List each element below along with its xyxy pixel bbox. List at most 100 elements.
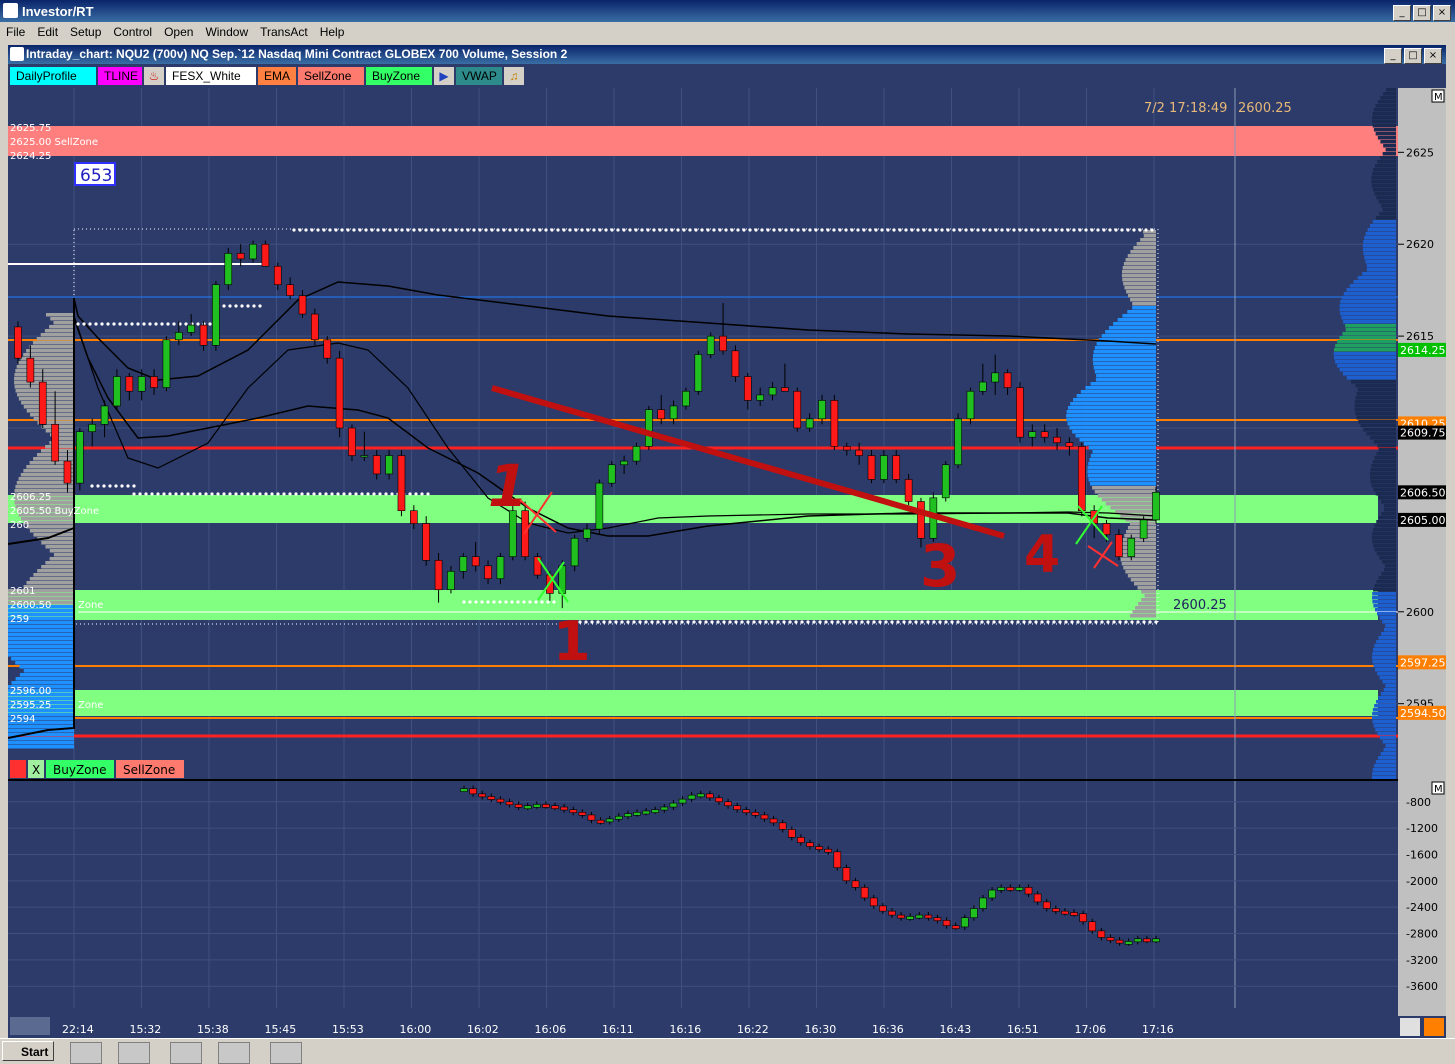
chart-restore-button[interactable]: □ <box>1404 48 1422 64</box>
browser-icon[interactable] <box>270 1042 302 1064</box>
menu-transact[interactable]: TransAct <box>254 22 314 39</box>
dot-marker <box>656 620 660 624</box>
dot-marker <box>700 228 704 232</box>
ema-button[interactable]: EMA <box>258 67 296 85</box>
dot-marker <box>964 228 968 232</box>
annotation-1a: 1 <box>488 452 528 520</box>
candle-body <box>595 482 604 530</box>
chart-minimize-button[interactable]: _ <box>1384 48 1402 64</box>
right-profile-bar <box>1373 488 1396 492</box>
time-axis-label: 22:14 <box>62 1023 94 1036</box>
maximize-button[interactable]: □ <box>1413 5 1431 21</box>
dot-marker <box>794 620 798 624</box>
menu-window[interactable]: Window <box>199 22 254 39</box>
chart-area[interactable]: 1 1 3 4 653 7/2 17:18:49 2600.25 2600.25… <box>0 88 1446 1016</box>
dot-marker <box>136 322 140 326</box>
dot-marker <box>944 620 948 624</box>
left-profile-bar <box>19 665 74 669</box>
candle-body <box>1016 387 1024 438</box>
candle-body <box>904 479 913 502</box>
candle-body <box>113 376 121 407</box>
dot-marker <box>748 228 752 232</box>
left-profile-bar <box>45 445 74 449</box>
play-icon[interactable]: ▶ <box>434 67 454 85</box>
right-profile-bar <box>1378 756 1396 760</box>
osc-candle <box>933 917 942 922</box>
investor-rt-task-icon[interactable] <box>170 1042 202 1064</box>
dot-marker <box>154 322 158 326</box>
dot-marker <box>952 228 956 232</box>
dot-marker <box>626 620 630 624</box>
chart-window-controls: _ □ × <box>1382 47 1442 64</box>
trade-icon[interactable] <box>1424 1018 1444 1036</box>
dot-marker <box>850 228 854 232</box>
timestamp-price: 2600.25 <box>1238 101 1292 116</box>
tline-button[interactable]: TLINE <box>98 67 142 85</box>
scroll-thumb[interactable] <box>10 1017 50 1035</box>
right-profile-bar <box>1372 712 1396 716</box>
dot-marker <box>988 228 992 232</box>
buyzone-button[interactable]: BuyZone <box>366 67 432 85</box>
osc-candle <box>605 818 614 823</box>
refresh-icon[interactable] <box>1400 1018 1420 1036</box>
menu-setup[interactable]: Setup <box>64 22 107 39</box>
candle-body <box>941 464 950 499</box>
dot-marker <box>640 228 644 232</box>
dot-marker <box>492 600 496 604</box>
alarm-icon[interactable]: ♫ <box>504 67 524 85</box>
left-profile-bar <box>23 405 74 409</box>
fesx-white-button[interactable]: FESX_White <box>166 67 256 85</box>
menu-help[interactable]: Help <box>314 22 351 39</box>
session-profile-bar <box>1127 294 1156 298</box>
right-profile-bar <box>1345 328 1396 332</box>
dailyprofile-button[interactable]: DailyProfile <box>10 67 96 85</box>
osc-candle <box>469 788 477 795</box>
left-profile-bar <box>45 429 74 433</box>
right-profile-bar <box>1373 724 1396 728</box>
dot-marker <box>1078 228 1082 232</box>
right-profile-bar <box>1369 472 1396 476</box>
right-profile-bar <box>1364 256 1396 260</box>
right-profile-bar <box>1375 104 1396 108</box>
candle-body <box>1040 431 1049 438</box>
dot-marker <box>646 228 650 232</box>
osc-candle <box>496 798 505 803</box>
candle-body <box>991 372 999 383</box>
price-tick-label: 2600 <box>1406 606 1434 619</box>
right-profile-bar <box>1372 112 1396 116</box>
right-profile-bar <box>1376 196 1396 200</box>
osc-candle <box>1097 930 1106 938</box>
close-button[interactable]: × <box>1433 5 1451 21</box>
dot-marker <box>352 228 356 232</box>
start-button[interactable]: Start <box>2 1041 54 1061</box>
session-profile-bar <box>1141 590 1156 594</box>
menu-open[interactable]: Open <box>158 22 199 39</box>
sellzone-button[interactable]: SellZone <box>298 67 364 85</box>
dot-marker <box>754 228 758 232</box>
chart-close-button[interactable]: × <box>1424 48 1442 64</box>
candle-body <box>360 455 369 458</box>
media-icon[interactable] <box>118 1042 150 1064</box>
indicator-toolbar: DailyProfile TLINE ♨ FESX_White EMA Sell… <box>8 64 1446 88</box>
session-profile-bar <box>1140 238 1156 242</box>
candle-body <box>781 387 789 392</box>
chart-task-icon[interactable] <box>218 1042 250 1064</box>
minimize-button[interactable]: _ <box>1393 5 1411 21</box>
right-profile-bar <box>1343 320 1396 324</box>
left-profile-bar <box>45 545 74 549</box>
dot-marker <box>790 228 794 232</box>
dot-marker <box>370 228 374 232</box>
folder-icon[interactable] <box>70 1042 102 1064</box>
right-profile-bar <box>1385 148 1396 152</box>
right-profile-bar <box>1373 168 1396 172</box>
menu-control[interactable]: Control <box>107 22 158 39</box>
menu-edit[interactable]: Edit <box>31 22 64 39</box>
zone-x-red-button[interactable] <box>10 760 26 778</box>
dot-marker <box>96 484 100 488</box>
dot-marker <box>1066 228 1070 232</box>
menu-file[interactable]: File <box>0 22 31 39</box>
vwap-button[interactable]: VWAP <box>456 67 502 85</box>
session-profile-bar <box>1124 286 1156 290</box>
osc-candle <box>487 796 496 800</box>
bell-stack-icon[interactable]: ♨ <box>144 67 164 85</box>
